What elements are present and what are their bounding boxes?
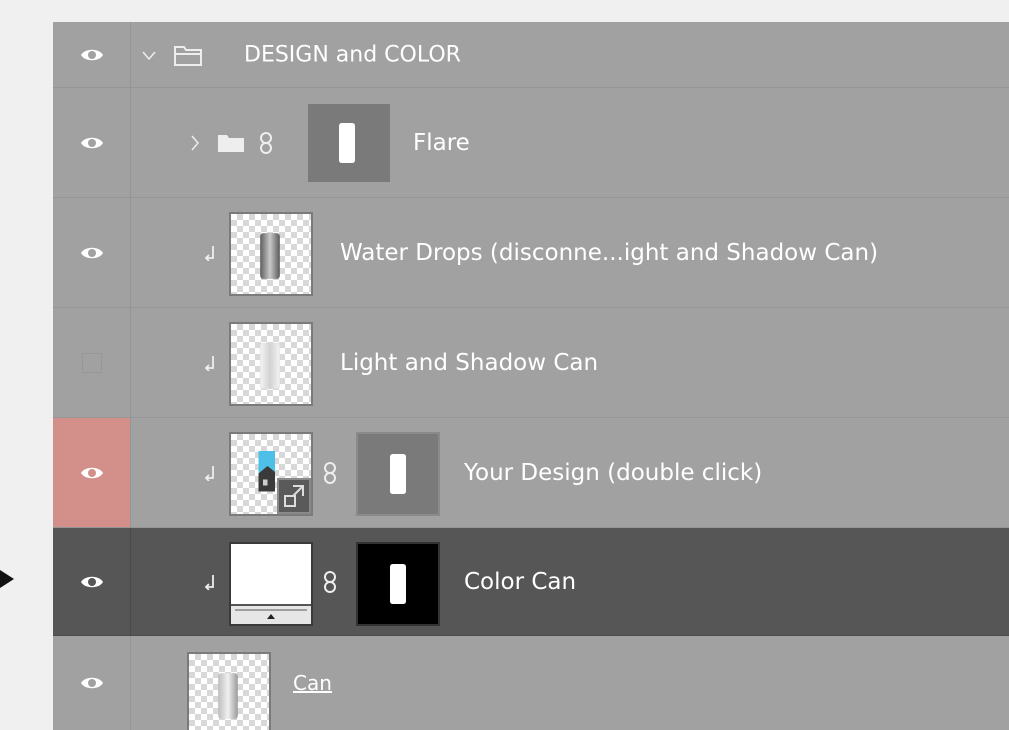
chevron-down-icon[interactable] [142, 51, 156, 61]
can-mask-shape [390, 564, 406, 604]
hidden-visibility-box [81, 352, 102, 373]
eye-icon [80, 677, 103, 689]
folder-open-icon [174, 46, 202, 66]
layer-mask-thumbnail[interactable] [356, 542, 440, 626]
layer-row-your-design[interactable]: Your Design (double click) [53, 418, 1009, 528]
eye-icon [80, 247, 103, 258]
visibility-toggle[interactable] [53, 418, 131, 527]
link-icon[interactable] [323, 570, 337, 594]
can-mask-shape [390, 454, 406, 494]
can-thumbnail-image [218, 673, 238, 719]
fill-layer-thumbnail[interactable] [229, 542, 313, 626]
eye-icon [80, 576, 103, 587]
layer-row-color-can[interactable]: Color Can [53, 528, 1009, 636]
clipping-mask-arrow-icon [204, 574, 214, 590]
link-icon[interactable] [259, 131, 273, 155]
layer-name: Light and Shadow Can [340, 349, 599, 376]
smart-object-thumbnail[interactable] [229, 432, 313, 516]
layer-name: Can [293, 671, 332, 695]
layer-name: Color Can [464, 568, 577, 595]
layer-name: Your Design (double click) [464, 459, 763, 486]
layer-thumbnail[interactable] [187, 652, 271, 730]
visibility-toggle[interactable] [53, 528, 131, 635]
clipping-mask-arrow-icon [204, 465, 214, 481]
chevron-right-icon[interactable] [190, 135, 200, 151]
layer-row-design-and-color[interactable]: DESIGN and COLOR [53, 22, 1009, 88]
layer-mask-thumbnail[interactable] [356, 432, 440, 516]
layer-name: DESIGN and COLOR [244, 42, 461, 67]
layer-thumbnail[interactable] [229, 212, 313, 296]
layer-row-water-drops[interactable]: Water Drops (disconne...ight and Shadow … [53, 198, 1009, 308]
folder-icon [218, 135, 244, 152]
visibility-toggle[interactable] [53, 198, 131, 307]
triangle-up-icon [235, 609, 307, 619]
clipping-mask-arrow-icon [204, 355, 214, 371]
layer-name: Water Drops (disconne...ight and Shadow … [340, 239, 879, 266]
visibility-toggle[interactable] [53, 308, 131, 417]
layers-panel: DESIGN and COLOR Flare Water Drops (disc… [53, 22, 1009, 730]
can-thumbnail-image [260, 233, 280, 279]
can-mask-shape [339, 123, 355, 163]
layer-row-flare[interactable]: Flare [53, 88, 1009, 198]
clipping-mask-arrow-icon [204, 245, 214, 261]
smart-object-badge-icon [277, 478, 311, 514]
layer-mask-thumbnail[interactable] [308, 104, 390, 182]
visibility-toggle[interactable] [53, 636, 131, 730]
can-thumbnail-image [259, 342, 281, 390]
eye-icon [80, 137, 103, 148]
layer-thumbnail[interactable] [229, 322, 313, 406]
fill-layer-adjustment-bar [231, 604, 311, 624]
layer-row-light-and-shadow-can[interactable]: Light and Shadow Can [53, 308, 1009, 418]
eye-icon [80, 49, 103, 60]
eye-icon [80, 467, 103, 478]
layer-row-can[interactable]: Can [53, 636, 1009, 730]
visibility-toggle[interactable] [53, 88, 131, 197]
pointer-arrow-icon [0, 570, 14, 588]
layer-name: Flare [413, 129, 470, 156]
link-icon[interactable] [323, 461, 337, 485]
visibility-toggle[interactable] [53, 22, 131, 87]
